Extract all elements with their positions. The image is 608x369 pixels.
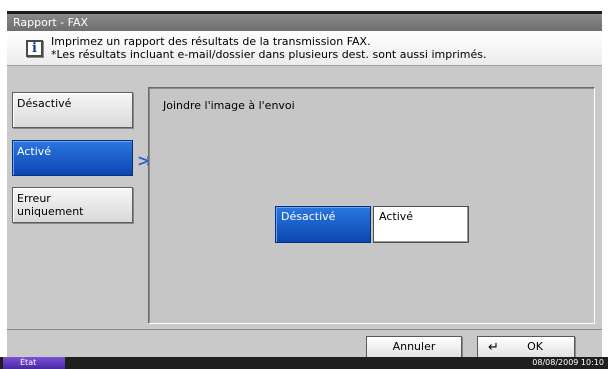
enter-icon: ↵ xyxy=(488,340,499,355)
ok-label: OK xyxy=(527,340,543,353)
info-banner: i Imprimez un rapport des résultats de l… xyxy=(7,31,602,66)
status-state-label: État xyxy=(20,358,37,367)
cancel-label: Annuler xyxy=(392,340,436,353)
option-active-button[interactable]: Activé xyxy=(12,140,133,176)
ok-button[interactable]: ↵ OK xyxy=(477,336,575,358)
info-text-line1: Imprimez un rapport des résultats de la … xyxy=(51,35,371,48)
attach-desactive-button[interactable]: Désactivé xyxy=(275,206,371,243)
info-icon: i xyxy=(26,40,43,57)
option-erreur-label: Erreur uniquement xyxy=(17,192,84,218)
option-active-label: Activé xyxy=(17,145,52,158)
window-title: Rapport - FAX xyxy=(7,14,602,31)
fax-report-screen: Rapport - FAX i Imprimez un rapport des … xyxy=(7,11,602,358)
attach-image-panel: Joindre l'image à l'envoi Désactivé Acti… xyxy=(148,87,595,324)
cancel-button[interactable]: Annuler xyxy=(366,336,462,358)
attach-desactive-label: Désactivé xyxy=(281,210,336,223)
attach-active-button[interactable]: Activé xyxy=(373,206,469,243)
status-datetime: 08/08/2009 10:10 xyxy=(532,358,604,367)
attach-active-label: Activé xyxy=(379,210,414,223)
option-erreur-uniquement-button[interactable]: Erreur uniquement xyxy=(12,187,133,223)
status-bar: État 08/08/2009 10:10 xyxy=(0,357,608,369)
info-text-line2: *Les résultats incluant e-mail/dossier d… xyxy=(51,48,487,61)
option-desactive-label: Désactivé xyxy=(17,97,72,110)
panel-title: Joindre l'image à l'envoi xyxy=(163,99,295,112)
status-state-button[interactable]: État xyxy=(3,357,65,369)
option-desactive-button[interactable]: Désactivé xyxy=(12,92,133,128)
divider xyxy=(7,329,602,330)
